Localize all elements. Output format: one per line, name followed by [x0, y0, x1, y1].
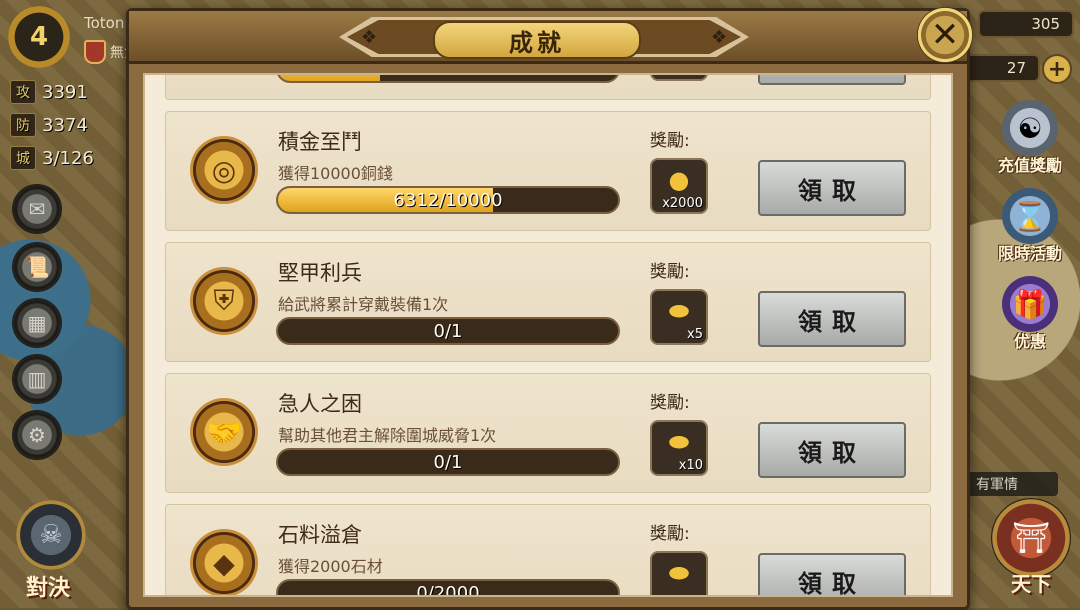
resource-ingot-value: 27 [1006, 59, 1026, 77]
reward-label: 獎勵: [650, 393, 690, 413]
reward-item[interactable]: ⬬ x5 [650, 289, 708, 345]
sage-icon: ☯ [1002, 100, 1058, 156]
ranking-button[interactable]: ▥ [14, 356, 60, 402]
achievement-desc: 獲得10000銅錢 [278, 164, 393, 183]
achievement-progress-bar: 0/1 [276, 317, 620, 345]
duel-emblem-icon: ☠ [16, 500, 86, 570]
recharge-reward-button[interactable]: ☯ 充值獎勵 [988, 100, 1072, 176]
progress-text: 0/1 [433, 451, 463, 473]
diamond-ornament-icon: ❖ [361, 27, 378, 48]
achievement-list: ◎ 積金至鬥 獲得10000銅錢 6312/10000 獎勵: ● x2000 … [145, 75, 951, 597]
achievement-title: 石料溢倉 [278, 523, 362, 547]
player-name: Toton [84, 14, 125, 32]
achievement-title: 堅甲利兵 [278, 261, 362, 285]
armor-icon: ⛨ [190, 267, 258, 335]
gift-box-icon: 🎁 [1002, 276, 1058, 332]
player-level-badge[interactable]: 4 [8, 6, 70, 68]
resource-gold-value: 305 [1031, 15, 1060, 33]
dialog-title: 成就 [433, 21, 641, 59]
gold-ingot-icon: ⬬ [668, 559, 690, 587]
recharge-reward-label: 充值獎勵 [997, 156, 1062, 175]
scroll-button[interactable]: 📜 [14, 244, 60, 290]
achievement-card-partial [165, 75, 931, 100]
reward-item[interactable]: ⬬ x10 [650, 420, 708, 476]
defense-icon: 防 [10, 113, 36, 137]
stat-attack: 攻 3391 [10, 80, 88, 104]
reward-label: 獎勵: [650, 524, 690, 544]
resource-gold: 305 [978, 10, 1074, 38]
gear-icon: ⚙ [28, 423, 46, 447]
palace-icon: ⛩ [991, 498, 1071, 578]
envelope-icon: ✉ [28, 197, 46, 221]
stat-cities: 城 3/126 [10, 146, 94, 170]
achievement-title: 急人之困 [278, 392, 362, 416]
achievement-progress-bar: 0/1 [276, 448, 620, 476]
progress-text: 0/2000 [416, 582, 480, 597]
achievement-progress-bar: 0/2000 [276, 579, 620, 597]
achievement-card: ⛨ 堅甲利兵 給武將累計穿戴裝備1次 0/1 獎勵: ⬬ x5 領取 [165, 242, 931, 362]
add-currency-button[interactable]: + [1042, 54, 1072, 84]
reward-quantity: x2000 [662, 196, 703, 211]
world-button[interactable]: ⛩ 天下 [986, 498, 1076, 604]
close-button[interactable]: ✕ [917, 7, 973, 63]
limited-event-label: 限時活動 [997, 244, 1062, 263]
gold-ingot-icon: ⬬ [668, 297, 690, 325]
achievement-desc: 幫助其他君主解除圍城威脅1次 [278, 426, 497, 445]
achievement-progress-bar: 6312/10000 [276, 186, 620, 214]
claim-button[interactable]: 領取 [758, 422, 906, 478]
achievement-card: ◎ 積金至鬥 獲得10000銅錢 6312/10000 獎勵: ● x2000 … [165, 111, 931, 231]
diamond-ornament-icon: ❖ [711, 27, 728, 48]
calendar-button[interactable]: ▦ [14, 300, 60, 346]
stone-icon: ◆ [190, 529, 258, 595]
stat-value: 3374 [42, 114, 88, 136]
discount-label: 优惠 [1013, 332, 1046, 351]
reward-label: 獎勵: [650, 262, 690, 282]
tablet-icon: ▥ [27, 367, 47, 391]
mail-button[interactable]: ✉ [14, 186, 60, 232]
close-icon: ✕ [930, 15, 960, 55]
world-label: 天下 [1011, 572, 1051, 596]
achievement-card: ◆ 石料溢倉 獲得2000石材 0/2000 獎勵: ⬬ 領取 [165, 504, 931, 597]
calendar-icon: ▦ [27, 311, 47, 335]
stat-value: 3391 [42, 81, 88, 103]
handshake-icon: 🤝 [190, 398, 258, 466]
settings-button[interactable]: ⚙ [14, 412, 60, 458]
stat-value: 3/126 [42, 147, 94, 169]
achievement-desc: 給武將累計穿戴裝備1次 [278, 295, 449, 314]
reward-quantity: x5 [687, 327, 703, 342]
reward-item[interactable]: ● x2000 [650, 158, 708, 214]
stat-defense: 防 3374 [10, 113, 88, 137]
achievement-dialog: ❖ ❖ 成就 ✕ ◎ 積金至鬥 獲得10000銅錢 6312/10000 獎勵: [126, 7, 973, 610]
city-icon: 城 [10, 146, 36, 170]
progress-text: 6312/10000 [393, 189, 503, 211]
dialog-title-bar: ❖ ❖ 成就 [129, 11, 967, 64]
hourglass-icon: ⌛ [1002, 188, 1058, 244]
shield-icon [84, 40, 106, 64]
scroll-icon: 📜 [24, 255, 50, 279]
discount-button[interactable]: 🎁 优惠 [988, 276, 1072, 352]
reward-label: 獎勵: [650, 131, 690, 151]
coins-icon: ◎ [190, 136, 258, 204]
claim-button[interactable]: 領取 [758, 160, 906, 216]
achievement-list-scroll[interactable]: ◎ 積金至鬥 獲得10000銅錢 6312/10000 獎勵: ● x2000 … [143, 73, 953, 597]
achievement-card: 🤝 急人之困 幫助其他君主解除圍城威脅1次 0/1 獎勵: ⬬ x10 領取 [165, 373, 931, 493]
gold-ingot-icon: ⬬ [668, 428, 690, 456]
claim-button[interactable]: 領取 [758, 291, 906, 347]
achievement-title: 積金至鬥 [278, 130, 362, 154]
claim-button[interactable]: 領取 [758, 553, 906, 595]
achievement-desc: 獲得2000石材 [278, 557, 383, 576]
reward-item[interactable]: ⬬ [650, 551, 708, 595]
attack-icon: 攻 [10, 80, 36, 104]
reward-quantity: x10 [678, 458, 703, 473]
copper-coin-icon: ● [668, 166, 690, 194]
duel-label: 對決 [26, 576, 71, 601]
player-level: 4 [29, 22, 49, 52]
duel-button[interactable]: ☠ 對決 [4, 500, 100, 601]
progress-text: 0/1 [433, 320, 463, 342]
limited-event-button[interactable]: ⌛ 限時活動 [988, 188, 1072, 264]
